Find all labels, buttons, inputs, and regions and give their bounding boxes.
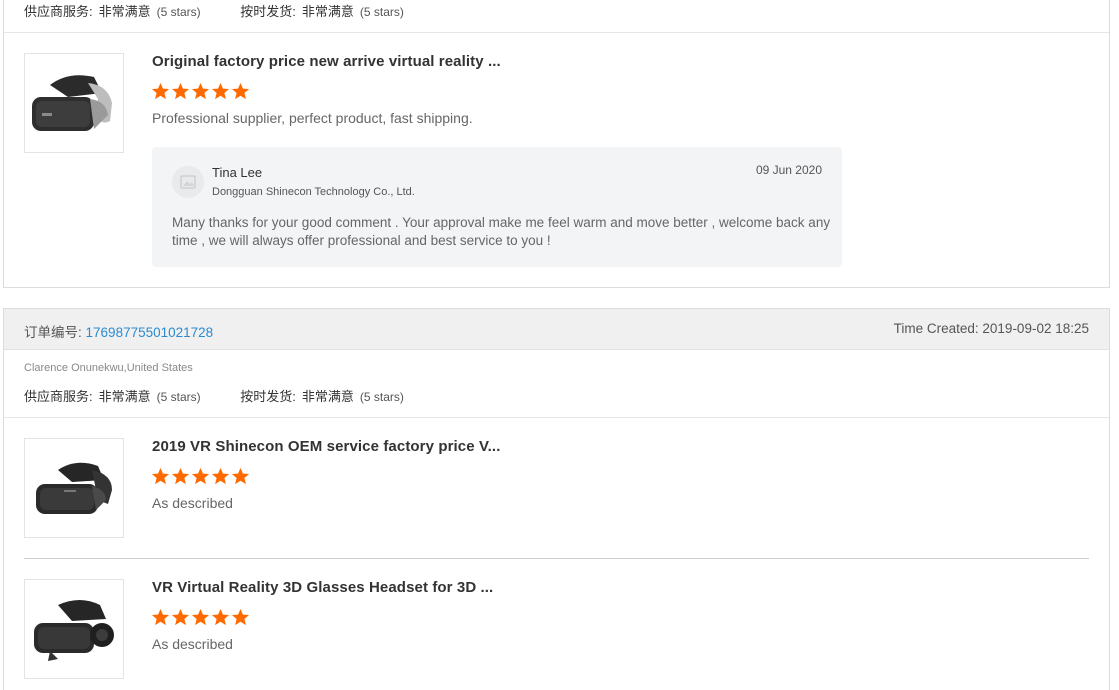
star-icon [151,467,170,485]
reply-company: Dongguan Shinecon Technology Co., Ltd. [212,186,415,198]
star-icon [211,82,230,100]
supplier-service-label: 供应商服务: [24,389,93,404]
supplier-service-stars: (5 stars) [156,390,201,404]
review-comment: As described [152,636,233,652]
on-time-delivery-value: 非常满意 [301,389,354,404]
product-title-link[interactable]: 2019 VR Shinecon OEM service factory pri… [152,438,500,455]
avatar-placeholder-icon [180,175,196,189]
on-time-delivery-label: 按时发货: [240,389,296,404]
buyer-info: Clarence Onunekwu,United States [24,362,193,374]
reply-message: Many thanks for your good comment . Your… [172,215,831,248]
star-icon [211,467,230,485]
supplier-service-label: 供应商服务: [24,4,93,19]
star-icon [231,608,250,626]
avatar [172,166,204,198]
supplier-service-stars: (5 stars) [156,5,201,19]
star-rating [151,82,250,101]
review-comment: Professional supplier, perfect product, … [152,110,473,126]
rating-summary: 供应商服务: 非常满意 (5 stars) 按时发货: 非常满意 (5 stars) [24,1,404,20]
review-comment: As described [152,495,233,511]
divider [4,32,1109,33]
supplier-service-value: 非常满意 [98,4,151,19]
order-number-label: 订单编号: [24,325,82,340]
star-icon [231,82,250,100]
star-icon [171,608,190,626]
time-created-label: Time Created: [893,321,979,336]
item-divider [24,558,1089,559]
star-rating [151,467,250,486]
reply-author-name: Tina Lee [212,165,263,180]
product-thumbnail[interactable] [24,53,124,153]
rating-summary: 供应商服务: 非常满意 (5 stars) 按时发货: 非常满意 (5 stars) [24,386,404,405]
star-icon [171,82,190,100]
vr-headset-icon [36,462,112,514]
star-rating [151,608,250,627]
reply-date: 09 Jun 2020 [755,163,822,177]
time-created-value: 2019-09-02 18:25 [982,321,1089,336]
product-thumbnail[interactable] [24,438,124,538]
product-title-link[interactable]: VR Virtual Reality 3D Glasses Headset fo… [152,579,493,596]
product-thumbnail[interactable] [24,579,124,679]
on-time-delivery-label: 按时发货: [240,4,296,19]
star-icon [171,467,190,485]
on-time-delivery-stars: (5 stars) [359,390,404,404]
supplier-reply: Tina Lee Dongguan Shinecon Technology Co… [152,147,842,267]
vr-headset-headphones-icon [34,600,114,661]
star-icon [191,82,210,100]
order-header: 订单编号: 17698775501021728 Time Created: 20… [4,309,1109,350]
review-card: 供应商服务: 非常满意 (5 stars) 按时发货: 非常满意 (5 stars) O… [3,0,1110,288]
star-icon [231,467,250,485]
divider [4,417,1109,418]
order-card: 订单编号: 17698775501021728 Time Created: 20… [3,308,1110,690]
time-created: Time Created: 2019-09-02 18:25 [894,321,1089,336]
supplier-service-value: 非常满意 [98,389,151,404]
on-time-delivery-value: 非常满意 [301,4,354,19]
vr-headset-icon [32,75,112,131]
order-number-link[interactable]: 17698775501021728 [86,325,214,340]
product-title-link[interactable]: Original factory price new arrive virtua… [152,53,501,70]
star-icon [151,82,170,100]
order-number: 订单编号: 17698775501021728 [24,321,213,341]
star-icon [191,467,210,485]
star-icon [191,608,210,626]
star-icon [151,608,170,626]
star-icon [211,608,230,626]
on-time-delivery-stars: (5 stars) [359,5,404,19]
